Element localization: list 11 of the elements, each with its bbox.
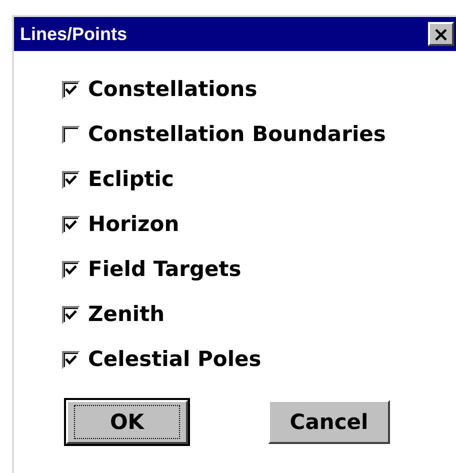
checkbox-label[interactable]: Constellations	[88, 77, 258, 102]
close-button[interactable]: ×	[428, 22, 454, 46]
checkbox-label[interactable]: Celestial Poles	[88, 347, 262, 372]
checkbox-label[interactable]: Ecliptic	[88, 167, 174, 192]
checkbox-label[interactable]: Constellation Boundaries	[88, 122, 386, 147]
window-title: Lines/Points	[20, 24, 128, 44]
cancel-button[interactable]: Cancel	[268, 400, 390, 444]
checkbox-label[interactable]: Field Targets	[88, 257, 242, 282]
ok-button[interactable]: OK	[66, 400, 188, 444]
checkbox-label[interactable]: Zenith	[88, 302, 165, 327]
checkbox-label[interactable]: Horizon	[88, 212, 180, 237]
